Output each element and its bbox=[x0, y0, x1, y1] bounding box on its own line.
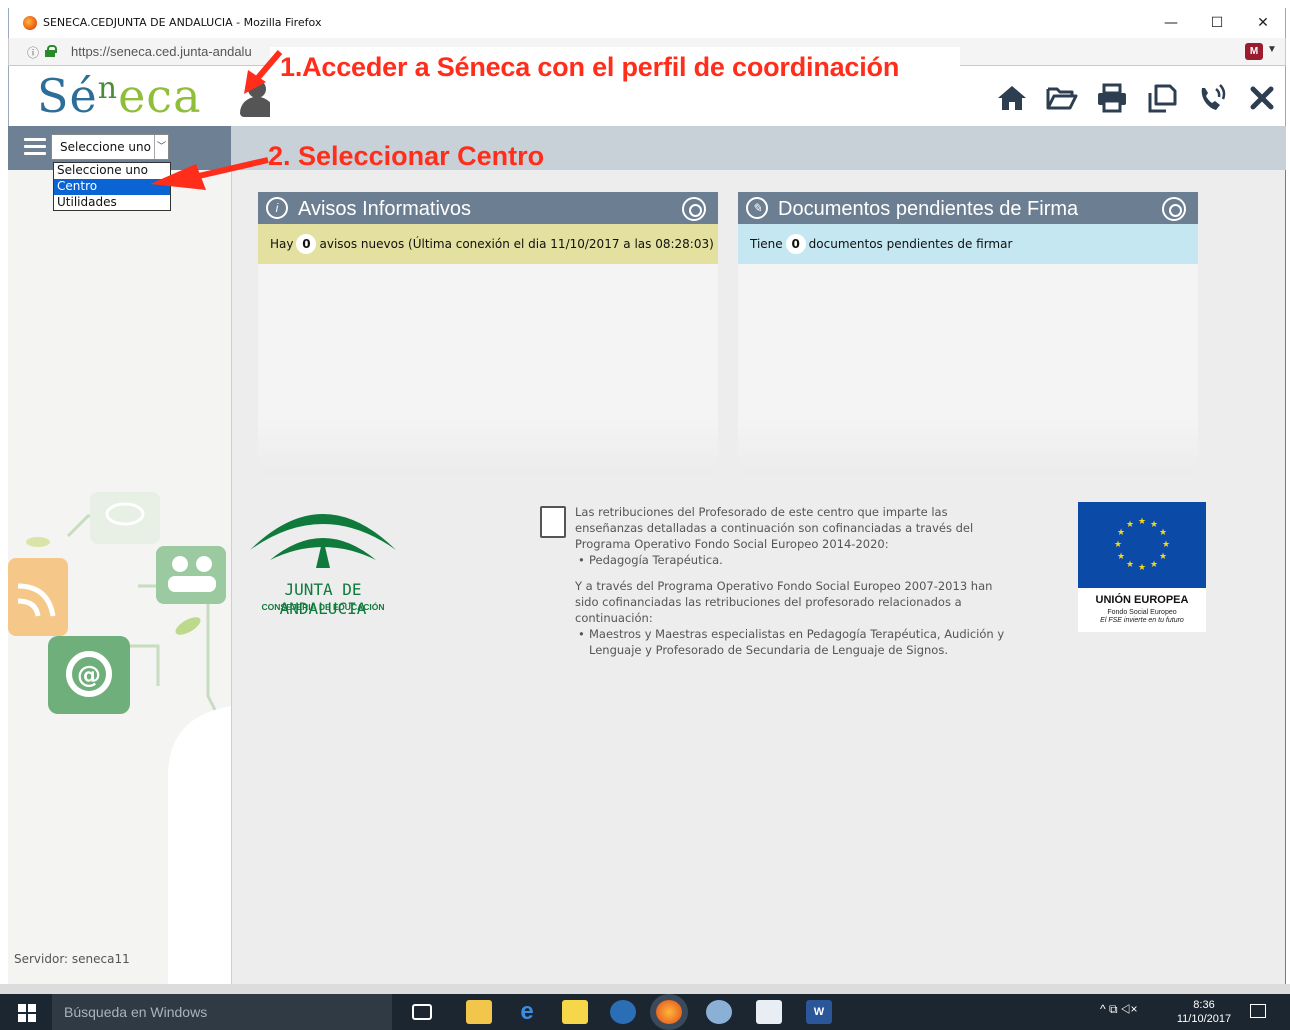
svg-text:@: @ bbox=[77, 661, 101, 689]
option-centro[interactable]: Centro bbox=[54, 179, 170, 195]
maximize-button[interactable]: ☐ bbox=[1195, 12, 1239, 34]
profile-select[interactable]: Seleccione uno ﹀ bbox=[51, 134, 169, 160]
extension-icon[interactable]: M bbox=[1245, 43, 1263, 60]
firefox-taskbar-icon[interactable] bbox=[656, 1000, 682, 1024]
avisos-panel: i Avisos Informativos Hay 0 avisos nuevos … bbox=[258, 192, 718, 474]
seneca-logo[interactable]: Séneca bbox=[37, 69, 202, 123]
profile-select-value: Seleccione uno bbox=[60, 140, 151, 154]
profile-dropdown-list: Seleccione uno Centro Utilidades bbox=[53, 162, 171, 211]
svg-text:★: ★ bbox=[1114, 540, 1122, 550]
info-icon: i bbox=[266, 197, 288, 219]
zoom-in-icon[interactable] bbox=[682, 197, 706, 221]
clock-time: 8:36 bbox=[1193, 999, 1215, 1011]
window-title: SENECA.CEDJUNTA DE ANDALUCIA - Mozilla F… bbox=[43, 16, 322, 29]
documentos-count-badge[interactable]: 0 bbox=[785, 234, 806, 254]
sidebar-decorative-art: @ bbox=[8, 492, 231, 984]
signature-icon: ✎ bbox=[746, 197, 768, 219]
screen: SENECA.CEDJUNTA DE ANDALUCIA - Mozilla F… bbox=[0, 0, 1290, 1030]
folder-open-icon[interactable] bbox=[1044, 80, 1080, 116]
info-list-item-1: Pedagogía Terapéutica. bbox=[575, 553, 723, 567]
junta-name: JUNTA DE ANDALUCIA bbox=[279, 580, 367, 618]
paint-icon[interactable] bbox=[706, 1000, 732, 1024]
option-seleccione-uno[interactable]: Seleccione uno bbox=[54, 163, 170, 179]
eu-tagline: El FSE invierte en tu futuro bbox=[1100, 617, 1184, 624]
svg-text:★: ★ bbox=[1117, 552, 1125, 562]
notepad-icon[interactable] bbox=[756, 1000, 782, 1024]
taskbar-search-placeholder: Búsqueda en Windows bbox=[64, 1004, 208, 1020]
network-app-icon[interactable] bbox=[610, 1000, 636, 1024]
notification-icon[interactable] bbox=[1250, 1004, 1266, 1018]
phone-icon[interactable] bbox=[1194, 80, 1230, 116]
chevron-down-icon[interactable]: ﹀ bbox=[154, 135, 168, 159]
svg-text:★: ★ bbox=[1150, 560, 1158, 570]
file-explorer-icon[interactable] bbox=[466, 1000, 492, 1024]
svg-text:★: ★ bbox=[1162, 540, 1170, 550]
zoom-in-icon[interactable] bbox=[1162, 197, 1186, 221]
option-utilidades[interactable]: Utilidades bbox=[54, 195, 170, 211]
eu-title: UNIÓN EUROPEA bbox=[1095, 594, 1189, 606]
chevron-down-icon[interactable]: ▼ bbox=[1267, 44, 1277, 55]
task-view-icon[interactable] bbox=[412, 1004, 432, 1020]
clock-date: 11/10/2017 bbox=[1176, 1013, 1232, 1025]
svg-text:★: ★ bbox=[1150, 520, 1158, 530]
windows-start-icon[interactable] bbox=[18, 1004, 36, 1022]
eu-subtitle: Fondo Social Europeo bbox=[1107, 609, 1177, 616]
eu-logo: ★ ★ ★ ★ ★ ★ ★ ★ ★ ★ ★ ★ UNIÓN EUROPEA Fondo Socia… bbox=[1078, 502, 1206, 632]
firefox-icon bbox=[23, 16, 37, 30]
window-titlebar: SENECA.CEDJUNTA DE ANDALUCIA - Mozilla F… bbox=[8, 8, 1286, 38]
lock-icon bbox=[45, 45, 57, 57]
svg-text:★: ★ bbox=[1117, 528, 1125, 538]
url-text[interactable]: https://seneca.ced.junta-andalu bbox=[71, 44, 252, 59]
fse-info-text: Las retribuciones del Profesorado de est… bbox=[575, 504, 1015, 668]
documentos-panel-title: Documentos pendientes de Firma bbox=[778, 198, 1079, 220]
taskbar-search[interactable]: Búsqueda en Windows bbox=[52, 994, 392, 1030]
info-list-item-2: Maestros y Maestras especialistas en Ped… bbox=[575, 626, 1015, 658]
avisos-panel-header: i Avisos Informativos bbox=[258, 192, 718, 224]
site-info-icon[interactable]: ⓘ bbox=[27, 44, 39, 61]
eu-flag-icon: ★ ★★★ ★★★★ ★★★★ bbox=[1078, 502, 1206, 588]
system-tray[interactable]: ^ ⧉ ◁× bbox=[1100, 1002, 1137, 1017]
copy-icon[interactable] bbox=[1144, 80, 1180, 116]
svg-text:★: ★ bbox=[1126, 520, 1134, 530]
print-icon[interactable] bbox=[1094, 80, 1130, 116]
server-label: Servidor: seneca11 bbox=[14, 952, 130, 966]
taskbar-clock[interactable]: 8:36 11/10/2017 bbox=[1172, 998, 1236, 1026]
documentos-panel-header: ✎ Documentos pendientes de Firma bbox=[738, 192, 1198, 224]
annotation-step-1: 1.Acceder a Séneca con el perfil de coor… bbox=[280, 52, 900, 82]
document-icon bbox=[540, 506, 566, 538]
documentos-message: Tiene 0 documentos pendientes de firmar bbox=[738, 224, 1198, 264]
avisos-message: Hay 0 avisos nuevos (Última conexión el di… bbox=[258, 224, 718, 264]
junta-subtitle: CONSEJERIA DE EDUCACIÓN bbox=[261, 602, 385, 612]
documentos-panel: ✎ Documentos pendientes de Firma Tiene 0 d… bbox=[738, 192, 1198, 474]
menu-icon[interactable] bbox=[24, 138, 46, 156]
sidebar: Seleccione uno ﹀ Seleccione uno Centro U… bbox=[8, 126, 232, 984]
info-paragraph-1: Las retribuciones del Profesorado de est… bbox=[575, 505, 974, 551]
svg-text:★: ★ bbox=[1159, 528, 1167, 538]
close-window-button[interactable]: ✕ bbox=[1241, 12, 1285, 34]
edge-icon[interactable]: e bbox=[514, 1000, 540, 1024]
home-icon[interactable] bbox=[994, 80, 1030, 116]
close-icon[interactable] bbox=[1244, 80, 1280, 116]
background-window-strip bbox=[0, 984, 1290, 994]
annotation-step-2: 2. Seleccionar Centro bbox=[268, 141, 545, 171]
info-paragraph-2: Y a través del Programa Operativo Fondo … bbox=[575, 579, 993, 625]
svg-text:★: ★ bbox=[1126, 560, 1134, 570]
svg-text:★: ★ bbox=[1138, 563, 1146, 573]
avisos-panel-title: Avisos Informativos bbox=[298, 198, 472, 220]
svg-text:★: ★ bbox=[1159, 552, 1167, 562]
word-icon[interactable]: W bbox=[806, 1000, 832, 1024]
windows-taskbar: Búsqueda en Windows e W ^ ⧉ ◁× 8:36 11/1… bbox=[0, 994, 1290, 1030]
header-toolbar bbox=[990, 80, 1280, 116]
sticky-notes-icon[interactable] bbox=[562, 1000, 588, 1024]
svg-text:★: ★ bbox=[1138, 517, 1146, 527]
minimize-button[interactable]: — bbox=[1149, 12, 1193, 34]
avisos-count-badge[interactable]: 0 bbox=[296, 234, 317, 254]
